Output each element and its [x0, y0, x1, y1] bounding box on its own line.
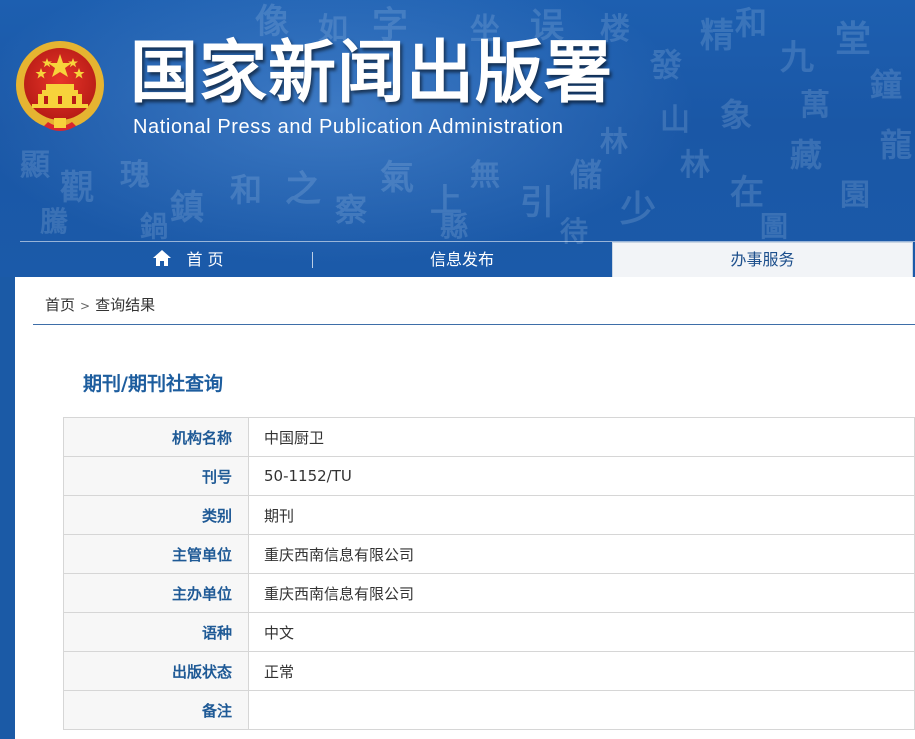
row-value: 中文	[248, 612, 915, 652]
result-table: 机构名称 中国厨卫 刊号 50-1152/TU 类别 期刊 主管单位 重庆西南信…	[63, 417, 915, 730]
breadcrumb-current: 查询结果	[95, 296, 156, 314]
row-value: 50-1152/TU	[248, 456, 915, 496]
nav-item-home-label: 首 页	[186, 250, 224, 269]
row-value: 正常	[248, 651, 915, 691]
table-row: 主办单位 重庆西南信息有限公司	[63, 573, 915, 613]
nav-item-home[interactable]: 首 页	[20, 242, 312, 277]
row-label: 主办单位	[63, 573, 249, 613]
row-value: 重庆西南信息有限公司	[248, 573, 915, 613]
table-row: 备注	[63, 690, 915, 730]
row-value: 期刊	[248, 495, 915, 535]
table-row: 刊号 50-1152/TU	[63, 456, 915, 496]
home-icon	[153, 250, 172, 266]
table-row: 类别 期刊	[63, 495, 915, 535]
row-label: 机构名称	[63, 417, 249, 457]
main-content: 首页 > 查询结果 期刊/期刊社查询 机构名称 中国厨卫 刊号 50-1152/TU…	[15, 277, 915, 739]
national-emblem-icon	[16, 41, 104, 131]
row-label: 备注	[63, 690, 249, 730]
row-value	[248, 690, 915, 730]
breadcrumb: 首页 > 查询结果	[45, 294, 155, 315]
table-row: 出版状态 正常	[63, 651, 915, 691]
breadcrumb-home-link[interactable]: 首页	[45, 296, 75, 314]
site-title-chinese: 国家新闻出版署	[130, 34, 614, 113]
breadcrumb-divider	[33, 324, 915, 325]
main-nav: 首 页 信息发布 办事服务	[20, 241, 915, 277]
page-title: 期刊/期刊社查询	[83, 373, 223, 395]
site-title-english: National Press and Publication Administr…	[133, 116, 564, 138]
row-label: 主管单位	[63, 534, 249, 574]
table-row: 机构名称 中国厨卫	[63, 417, 915, 457]
row-value: 重庆西南信息有限公司	[248, 534, 915, 574]
row-label: 刊号	[63, 456, 249, 496]
table-row: 主管单位 重庆西南信息有限公司	[63, 534, 915, 574]
row-label: 出版状态	[63, 651, 249, 691]
row-value: 中国厨卫	[248, 417, 915, 457]
nav-item-info-release[interactable]: 信息发布	[312, 242, 612, 277]
breadcrumb-separator: >	[80, 299, 91, 313]
header-banner: 像 如 字 坐 误 楼 發 精 和 九 堂 鐘 顯 觀 瑰 鎮 和 之 察 氣 …	[0, 0, 915, 277]
nav-item-services[interactable]: 办事服务	[612, 242, 913, 277]
row-label: 语种	[63, 612, 249, 652]
row-label: 类别	[63, 495, 249, 535]
table-row: 语种 中文	[63, 612, 915, 652]
